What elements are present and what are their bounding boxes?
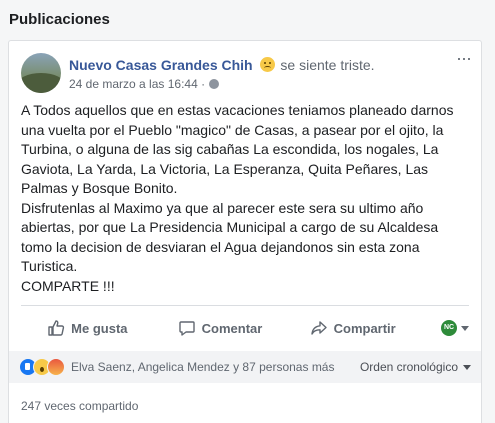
like-button[interactable]: Me gusta [21,319,154,337]
share-label: Compartir [333,320,396,336]
share-arrow-icon [310,321,327,335]
post-as-selector[interactable]: NC [419,320,470,336]
post-header: Nuevo Casas Grandes Chih se siente trist… [69,55,375,73]
sad-face-icon [259,57,275,72]
chevron-down-icon [463,364,471,370]
divider [21,305,469,306]
post-timestamp-link[interactable]: 24 de marzo a las 16:44 · [69,77,205,91]
reactions-row: Elva Saenz, Angelica Mendez y 87 persona… [9,351,481,383]
feeling-text: se siente triste. [280,57,375,73]
author-name-link[interactable]: Nuevo Casas Grandes Chih [69,57,253,73]
sort-label: Orden cronológico [359,360,458,374]
section-title: Publicaciones [9,11,110,28]
thumbs-up-icon [48,320,65,336]
like-label: Me gusta [71,320,128,336]
shares-count-link[interactable]: 247 veces compartido [21,399,138,413]
action-bar: Me gusta Comentar Compartir NC [21,313,470,343]
page-avatar[interactable] [21,53,61,93]
comment-label: Comentar [201,320,263,336]
post-meta: 24 de marzo a las 16:44 · [69,77,220,91]
more-options-button[interactable]: ··· [456,49,472,67]
comment-button[interactable]: Comentar [154,319,287,337]
chevron-down-icon [461,325,470,331]
comment-sort-dropdown[interactable]: Orden cronológico [360,360,471,374]
post-card: Nuevo Casas Grandes Chih se siente trist… [8,40,482,423]
page-mini-avatar: NC [441,320,458,336]
comment-icon [178,321,195,336]
globe-icon [209,79,220,89]
reactors-summary-link[interactable]: Elva Saenz, Angelica Mendez y 87 persona… [71,360,360,374]
reaction-icons[interactable] [19,358,65,376]
post-text: A Todos aquellos que en estas vacaciones… [21,102,454,294]
share-button[interactable]: Compartir [286,319,419,337]
angry-reaction-icon [47,358,65,376]
